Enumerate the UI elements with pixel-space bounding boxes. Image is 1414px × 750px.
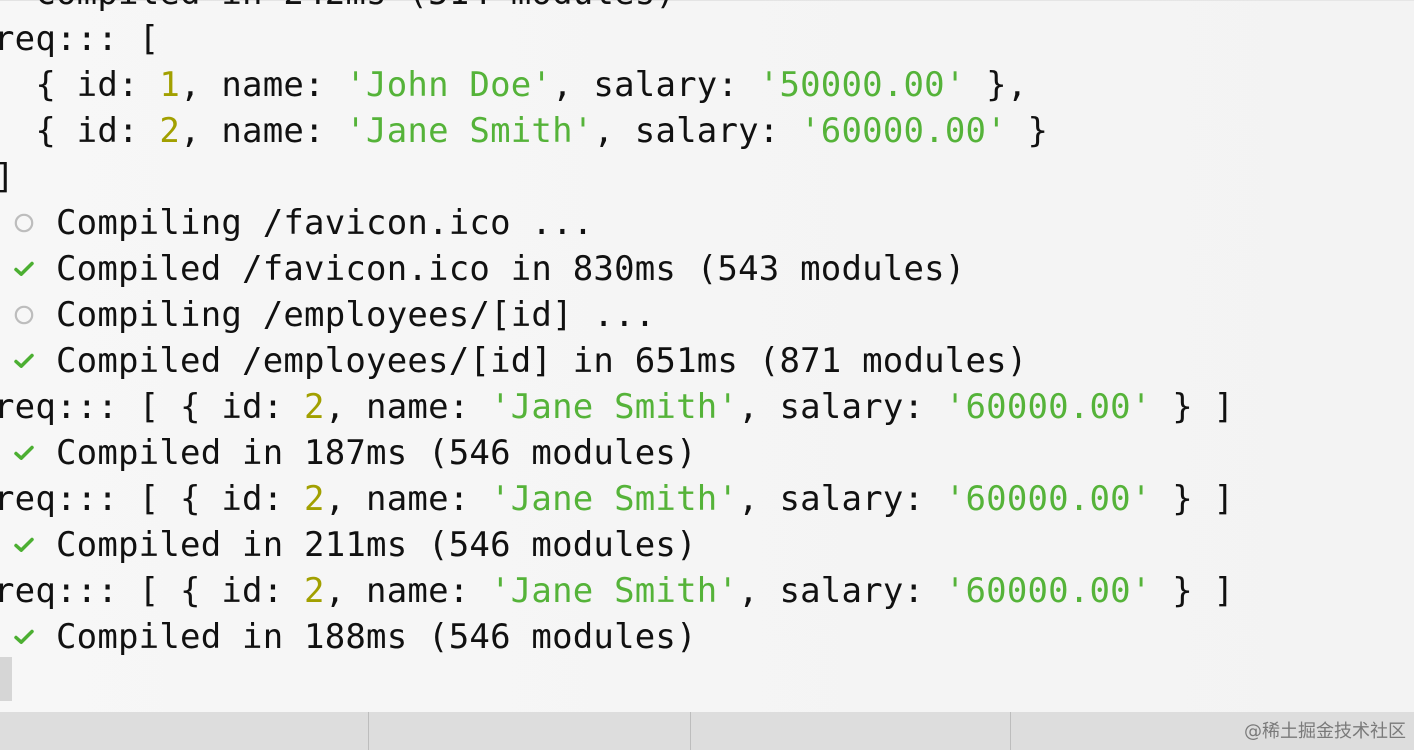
text-token: } ] (1151, 571, 1235, 611)
bottom-panel (0, 712, 1414, 750)
text-token: Compiled in 242ms (514 modules) (0, 0, 676, 13)
watermark-text: @稀土掘金技术社区 (1244, 721, 1406, 742)
check-icon (12, 533, 36, 557)
text-token: , name: (180, 65, 346, 105)
text-token: ] (0, 157, 15, 197)
status-line: Compiled in 211ms (546 modules) (0, 522, 1414, 568)
text-token: } ] (1151, 387, 1235, 427)
status-text: Compiling /favicon.ico ... (56, 203, 594, 243)
output-line: ] (0, 154, 1414, 200)
string-token: 'Jane Smith' (345, 111, 594, 151)
number-token: 2 (304, 479, 325, 519)
text-token: , name: (324, 479, 491, 519)
text-token: , salary: (738, 571, 945, 611)
text-token: , name: (324, 571, 491, 611)
text-token: { id: (0, 111, 160, 151)
text-token: , salary: (738, 479, 945, 519)
string-token: '60000.00' (800, 111, 1007, 151)
output-line: { id: 1, name: 'John Doe', salary: '5000… (0, 62, 1414, 108)
status-line: Compiled /favicon.ico in 830ms (543 modu… (0, 246, 1414, 292)
text-token: { id: (0, 65, 160, 105)
status-line: Compiled /employees/[id] in 651ms (871 m… (0, 338, 1414, 384)
check-icon (12, 625, 36, 649)
string-token: '60000.00' (944, 571, 1152, 611)
terminal-window: Compiled in 242ms (514 modules)req::: [ … (0, 0, 1414, 712)
text-token: }, (965, 65, 1028, 105)
bottom-divider (690, 712, 691, 750)
number-token: 1 (159, 65, 181, 105)
status-line: Compiling /employees/[id] ... (0, 292, 1414, 338)
string-token: 'John Doe' (345, 65, 553, 105)
text-token: , name: (180, 111, 346, 151)
status-text: Compiled /employees/[id] in 651ms (871 m… (56, 341, 1028, 381)
status-line: Compiled in 187ms (546 modules) (0, 430, 1414, 476)
status-text: Compiled in 188ms (546 modules) (56, 617, 697, 657)
status-text: Compiled in 187ms (546 modules) (56, 433, 697, 473)
bottom-divider (1010, 712, 1011, 750)
string-token: 'Jane Smith' (490, 387, 739, 427)
string-token: 'Jane Smith' (490, 479, 739, 519)
circle-icon (12, 211, 36, 235)
bottom-divider (368, 712, 369, 750)
output-line: req::: [ (0, 16, 1414, 62)
status-line: Compiled in 188ms (546 modules) (0, 614, 1414, 660)
output-line: req::: [ { id: 2, name: 'Jane Smith', sa… (0, 384, 1414, 430)
output-line: req::: [ { id: 2, name: 'Jane Smith', sa… (0, 568, 1414, 614)
status-text: Compiled in 211ms (546 modules) (56, 525, 697, 565)
number-token: 2 (304, 571, 325, 611)
string-token: '50000.00' (758, 65, 966, 105)
text-token: req::: [ { id: (0, 387, 305, 427)
status-line: Compiling /favicon.ico ... (0, 200, 1414, 246)
check-icon (12, 441, 36, 465)
status-text: Compiled /favicon.ico in 830ms (543 modu… (56, 249, 966, 289)
text-token: , salary: (552, 65, 759, 105)
number-token: 2 (304, 387, 325, 427)
terminal-output: Compiled in 242ms (514 modules)req::: [ … (0, 0, 1414, 660)
text-token: } (1006, 111, 1049, 151)
text-token: , salary: (593, 111, 801, 151)
string-token: '60000.00' (944, 479, 1152, 519)
circle-icon (12, 303, 36, 327)
terminal-cursor (0, 657, 12, 701)
string-token: 'Jane Smith' (490, 571, 739, 611)
output-line: { id: 2, name: 'Jane Smith', salary: '60… (0, 108, 1414, 154)
output-line: req::: [ { id: 2, name: 'Jane Smith', sa… (0, 476, 1414, 522)
text-token: req::: [ (0, 19, 160, 59)
output-line: Compiled in 242ms (514 modules) (0, 0, 1414, 16)
text-token: } ] (1151, 479, 1235, 519)
number-token: 2 (159, 111, 181, 151)
check-icon (12, 349, 36, 373)
text-token: req::: [ { id: (0, 571, 305, 611)
string-token: '60000.00' (944, 387, 1152, 427)
check-icon (12, 257, 36, 281)
text-token: , name: (324, 387, 491, 427)
text-token: , salary: (738, 387, 945, 427)
text-token: req::: [ { id: (0, 479, 305, 519)
status-text: Compiling /employees/[id] ... (56, 295, 656, 335)
